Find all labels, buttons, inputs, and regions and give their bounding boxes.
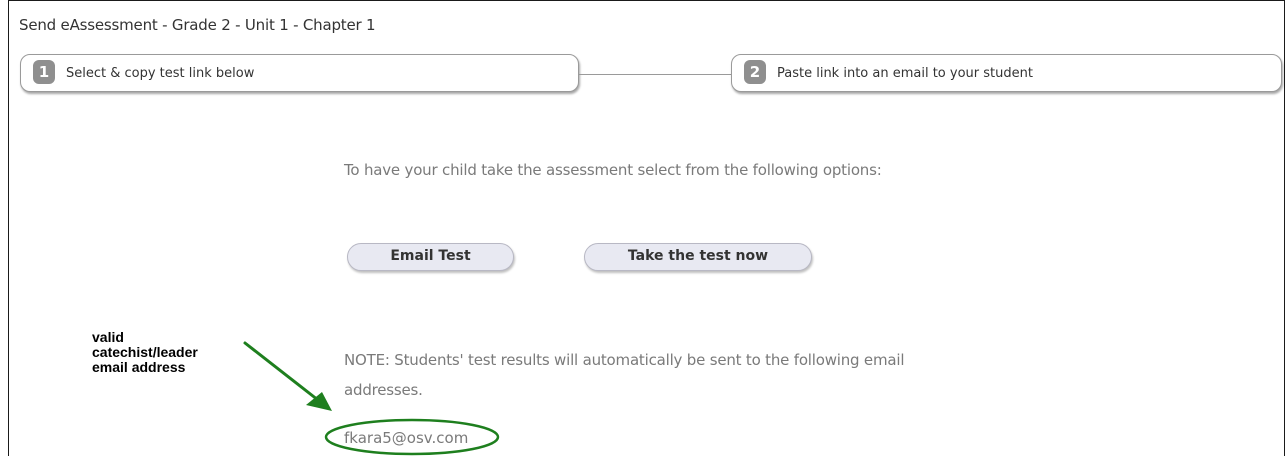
step-2-panel: 2 Paste link into an email to your stude…	[731, 54, 1282, 92]
step-1-label: Select & copy test link below	[66, 66, 255, 81]
step-1-panel: 1 Select & copy test link below	[20, 54, 579, 92]
dialog-title: Send eAssessment - Grade 2 - Unit 1 - Ch…	[19, 16, 376, 34]
annotation-line: valid	[92, 329, 124, 345]
step-2-number-badge: 2	[744, 60, 766, 84]
results-note: NOTE: Students' test results will automa…	[344, 351, 905, 399]
take-test-now-button[interactable]: Take the test now	[584, 243, 812, 271]
email-test-button[interactable]: Email Test	[347, 243, 514, 271]
leader-email-address: fkara5@osv.com	[344, 429, 469, 447]
dialog-frame: Send eAssessment - Grade 2 - Unit 1 - Ch…	[8, 0, 1285, 456]
annotation-line: email address	[92, 359, 186, 375]
instructions-text: To have your child take the assessment s…	[344, 161, 882, 179]
step-2-label: Paste link into an email to your student	[777, 66, 1033, 81]
step-1-number-badge: 1	[33, 60, 55, 84]
annotation-label: valid catechist/leader email address	[92, 330, 242, 375]
step-connector-line	[579, 74, 731, 75]
annotation-line: catechist/leader	[92, 344, 198, 360]
